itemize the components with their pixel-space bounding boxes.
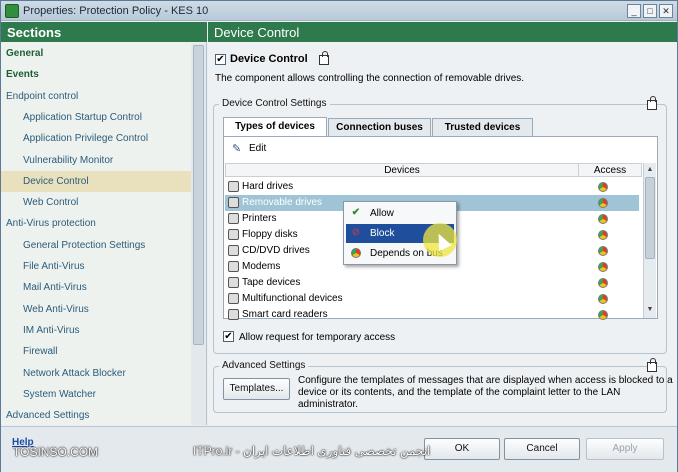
devices-scroll-thumb[interactable]: [645, 177, 655, 259]
access-status-icon[interactable]: [598, 278, 608, 288]
access-status-icon[interactable]: [598, 246, 608, 256]
properties-window: Properties: Protection Policy - KES 10 _…: [0, 0, 678, 472]
sidebar-item-mail-anti-virus[interactable]: Mail Anti-Virus: [1, 277, 191, 298]
title-bar: Properties: Protection Policy - KES 10 _…: [1, 1, 677, 21]
sidebar-item-file-anti-virus[interactable]: File Anti-Virus: [1, 256, 191, 277]
tape-devices-icon: [228, 277, 239, 288]
device-label: Hard drives: [242, 181, 294, 192]
device-control-enable-checkbox[interactable]: ✔: [215, 54, 226, 65]
sidebar-item-web-control[interactable]: Web Control: [1, 192, 191, 213]
access-status-icon[interactable]: [598, 294, 608, 304]
printers-icon: [228, 213, 239, 224]
menu-item-block-label: Block: [370, 228, 395, 239]
sidebar-item-application-startup-control[interactable]: Application Startup Control: [1, 107, 191, 128]
maximize-button[interactable]: □: [643, 4, 657, 18]
device-row[interactable]: Tape devices: [225, 275, 608, 291]
kaspersky-app-icon: [5, 4, 19, 18]
tab-connection-buses[interactable]: Connection buses: [328, 118, 431, 136]
scroll-up-icon[interactable]: ▲: [645, 165, 655, 175]
temporary-access-checkbox[interactable]: ✔: [223, 331, 234, 342]
templates-description-line-3: administrator.: [298, 399, 359, 410]
device-label: Removable drives: [242, 197, 323, 208]
sidebar-header: Sections: [1, 22, 207, 42]
window-title: Properties: Protection Policy - KES 10: [23, 5, 209, 17]
device-label: Modems: [242, 261, 281, 272]
settings-group-title: Device Control Settings: [219, 98, 330, 109]
device-row[interactable]: Multifunctional devices: [225, 291, 608, 307]
sidebar-item-general-protection-settings[interactable]: General Protection Settings: [1, 235, 191, 256]
sidebar-item-firewall[interactable]: Firewall: [1, 341, 191, 362]
access-status-icon[interactable]: [598, 230, 608, 240]
devices-scrollbar[interactable]: ▲ ▼: [643, 163, 656, 318]
removable-drives-icon: [228, 197, 239, 208]
floppy-disks-icon: [228, 229, 239, 240]
sidebar-item-advanced-settings[interactable]: Advanced Settings: [1, 405, 191, 426]
tab-types-of-devices[interactable]: Types of devices: [223, 117, 327, 136]
dialog-footer: Help OK Cancel Apply TOSINSO.COM ITPro.i…: [1, 426, 677, 472]
sidebar-item-endpoint-control[interactable]: Endpoint control: [1, 86, 191, 107]
sidebar-item-system-watcher[interactable]: System Watcher: [1, 384, 191, 405]
sidebar-scrollbar[interactable]: [191, 43, 206, 425]
sidebar-item-anti-virus-protection[interactable]: Anti-Virus protection: [1, 213, 191, 234]
check-icon: ✔: [351, 207, 361, 218]
tab-trusted-devices[interactable]: Trusted devices: [432, 118, 533, 136]
advanced-lock-icon[interactable]: [647, 358, 657, 372]
hard-drives-icon: [228, 181, 239, 192]
sidebar-item-web-anti-virus[interactable]: Web Anti-Virus: [1, 299, 191, 320]
access-status-icon[interactable]: [598, 310, 608, 320]
block-icon: ⊘: [351, 227, 361, 238]
device-control-enable-label: Device Control: [230, 53, 308, 65]
apply-button[interactable]: Apply: [586, 438, 664, 460]
cancel-button[interactable]: Cancel: [504, 438, 580, 460]
edit-button[interactable]: Edit: [249, 143, 266, 154]
advanced-settings-title: Advanced Settings: [219, 360, 309, 371]
templates-description-line-2: device or its contents, and the template…: [298, 387, 621, 398]
close-button[interactable]: ✕: [659, 4, 673, 18]
sidebar-item-application-privilege-control[interactable]: Application Privilege Control: [1, 128, 191, 149]
watermark-right: ITPro.ir - انجمن تخصصی فناوری اطلاعات ای…: [193, 444, 431, 458]
sidebar-item-general[interactable]: General: [1, 43, 191, 64]
device-label: Multifunctional devices: [242, 293, 343, 304]
scroll-down-icon[interactable]: ▼: [645, 305, 655, 315]
multifunctional-devices-icon: [228, 293, 239, 304]
device-label: Printers: [242, 213, 277, 224]
cd-dvd-drives-icon: [228, 245, 239, 256]
sections-sidebar: Sections General Events Endpoint control Ap…: [1, 22, 207, 425]
templates-description-line-1: Configure the templates of messages that…: [298, 375, 673, 386]
sidebar-item-events[interactable]: Events: [1, 64, 191, 85]
access-status-icon[interactable]: [598, 262, 608, 272]
sidebar-item-vulnerability-monitor[interactable]: Vulnerability Monitor: [1, 150, 191, 171]
device-row[interactable]: Hard drives: [225, 179, 608, 195]
menu-item-allow[interactable]: ✔ Allow: [346, 204, 454, 223]
access-status-icon[interactable]: [598, 182, 608, 192]
smart-card-readers-icon: [228, 309, 239, 320]
modems-icon: [228, 261, 239, 272]
device-label: CD/DVD drives: [242, 245, 310, 256]
settings-lock-icon[interactable]: [647, 96, 657, 110]
sidebar-scroll-thumb[interactable]: [193, 45, 204, 345]
content-header: Device Control: [208, 22, 677, 42]
access-status-icon[interactable]: [598, 214, 608, 224]
device-label: Tape devices: [242, 277, 301, 288]
sidebar-item-im-anti-virus[interactable]: IM Anti-Virus: [1, 320, 191, 341]
temporary-access-label: Allow request for temporary access: [239, 332, 396, 343]
depends-on-bus-icon: [350, 247, 362, 259]
ok-button[interactable]: OK: [424, 438, 500, 460]
device-row[interactable]: Smart card readers: [225, 307, 608, 323]
device-label: Smart card readers: [242, 309, 328, 320]
minimize-button[interactable]: _: [627, 4, 641, 18]
sidebar-item-device-control[interactable]: Device Control: [1, 170, 191, 192]
sidebar-item-network-attack-blocker[interactable]: Network Attack Blocker: [1, 363, 191, 384]
devices-column-header[interactable]: Devices: [225, 163, 579, 177]
pencil-icon: ✎: [232, 143, 242, 155]
menu-item-allow-label: Allow: [370, 208, 394, 219]
device-label: Floppy disks: [242, 229, 298, 240]
component-description: The component allows controlling the con…: [215, 73, 525, 84]
access-column-header[interactable]: Access: [578, 163, 642, 177]
access-status-icon[interactable]: [598, 198, 608, 208]
watermark-left: TOSINSO.COM: [13, 445, 99, 459]
lock-icon[interactable]: [319, 51, 329, 65]
templates-button[interactable]: Templates...: [223, 378, 290, 400]
